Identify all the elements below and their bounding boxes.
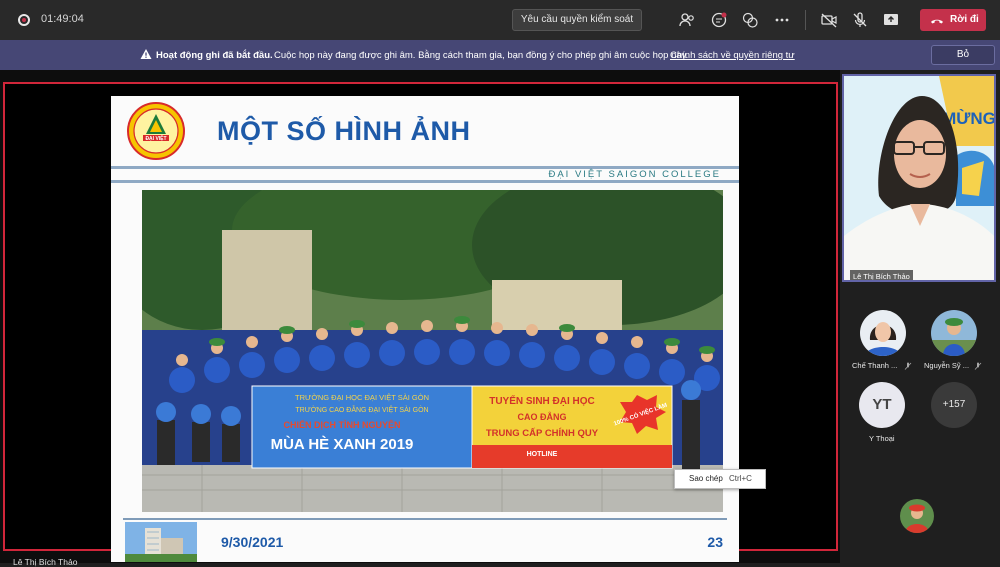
participants-panel: MỪNG Lê Thị Bích Thảo Chế Thanh ... Nguy…	[840, 70, 1000, 563]
banner-right-line3: TRUNG CẤP CHÍNH QUY	[486, 428, 599, 439]
copy-context-menu-item[interactable]: Sao chép Ctrl+C	[674, 469, 766, 489]
screen-share-frame: ĐẠI VIỆT MỘT SỐ HÌNH ẢNH ĐẠI VIỆT SAIGON…	[3, 82, 838, 567]
recording-banner-message: Cuộc họp này đang được ghi âm. Bằng cách…	[274, 50, 689, 61]
mic-off-icon[interactable]	[851, 11, 869, 29]
leave-button[interactable]: Rời đi	[920, 9, 986, 31]
more-icon[interactable]	[773, 11, 791, 29]
banner-right-line4: HOTLINE	[527, 451, 558, 458]
banner-left-line4: MÙA HÈ XANH 2019	[271, 435, 414, 453]
chat-icon[interactable]	[710, 11, 728, 29]
self-avatar[interactable]	[900, 499, 934, 533]
slide-page-number: 23	[707, 534, 723, 550]
video-tile-name: Lê Thị Bích Thảo	[850, 270, 913, 280]
participant-avatar[interactable]	[860, 310, 906, 356]
college-logo: ĐẠI VIỆT	[127, 102, 185, 160]
logo-text: ĐẠI VIỆT	[145, 134, 166, 142]
banner-left-line2: TRƯỜNG CAO ĐẲNG ĐẠI VIỆT SÀI GÒN	[295, 405, 428, 414]
request-control-button[interactable]: Yêu cầu quyền kiểm soát	[512, 9, 642, 31]
banner-left-line1: TRƯỜNG ĐẠI HỌC ĐẠI VIỆT SÀI GÒN	[295, 393, 429, 402]
recording-banner-title: Hoạt động ghi đã bắt đầu.	[156, 50, 273, 61]
slide-divider	[111, 180, 739, 183]
campus-thumbnail	[125, 522, 197, 562]
share-screen-icon[interactable]	[882, 11, 900, 29]
recording-banner: Hoạt động ghi đã bắt đầu. Cuộc họp này đ…	[0, 40, 1000, 70]
record-icon	[18, 14, 30, 26]
more-participants-button[interactable]: +157	[931, 382, 977, 428]
copy-shortcut: Ctrl+C	[729, 474, 752, 483]
slide-date: 9/30/2021	[221, 534, 284, 550]
privacy-policy-link[interactable]: Chính sách về quyền riêng tư	[670, 50, 795, 61]
leave-label: Rời đi	[950, 14, 979, 25]
participant-name: Y Thoại	[869, 434, 895, 443]
participant-name: Chế Thanh ...	[852, 361, 898, 370]
slide-title: MỘT SỐ HÌNH ẢNH	[217, 116, 471, 146]
mic-muted-icon	[904, 362, 912, 373]
college-name: ĐẠI VIỆT SAIGON COLLEGE	[548, 169, 721, 180]
banner-left-line3: CHIẾN DỊCH TÌNH NGUYỆN	[283, 419, 400, 430]
banner-right-line1: TUYỂN SINH ĐẠI HỌC	[489, 394, 595, 407]
participant-name: Nguyễn Sỹ ...	[924, 361, 970, 370]
dismiss-button[interactable]: Bỏ	[931, 45, 995, 65]
shared-content-stage: ĐẠI VIỆT MỘT SỐ HÌNH ẢNH ĐẠI VIỆT SAIGON…	[0, 70, 840, 567]
meeting-timer: 01:49:04	[41, 13, 84, 25]
banner-right-line2: CAO ĐẲNG	[518, 411, 567, 422]
participants-icon[interactable]	[678, 11, 696, 29]
toolbar-divider	[805, 10, 806, 30]
presenter-name: Lê Thị Bích Thảo	[13, 557, 78, 567]
presentation-slide: ĐẠI VIỆT MỘT SỐ HÌNH ẢNH ĐẠI VIỆT SAIGON…	[111, 96, 739, 562]
presenter-video-tile[interactable]: MỪNG Lê Thị Bích Thảo	[842, 74, 996, 282]
slide-footer-divider	[123, 518, 727, 520]
phone-icon	[930, 9, 944, 39]
copy-label: Sao chép	[689, 474, 723, 483]
participant-initials-avatar[interactable]: YT	[859, 382, 905, 428]
warning-icon	[140, 48, 152, 60]
participant-avatar[interactable]	[931, 310, 977, 356]
mic-muted-icon	[974, 362, 982, 373]
camera-off-icon[interactable]	[820, 11, 838, 29]
reactions-icon[interactable]	[741, 11, 759, 29]
meeting-top-bar: 01:49:04 Yêu cầu quyền kiểm soát Rời đi	[0, 0, 1000, 40]
group-photo: TRƯỜNG ĐẠI HỌC ĐẠI VIỆT SÀI GÒN TRƯỜNG C…	[142, 190, 723, 512]
